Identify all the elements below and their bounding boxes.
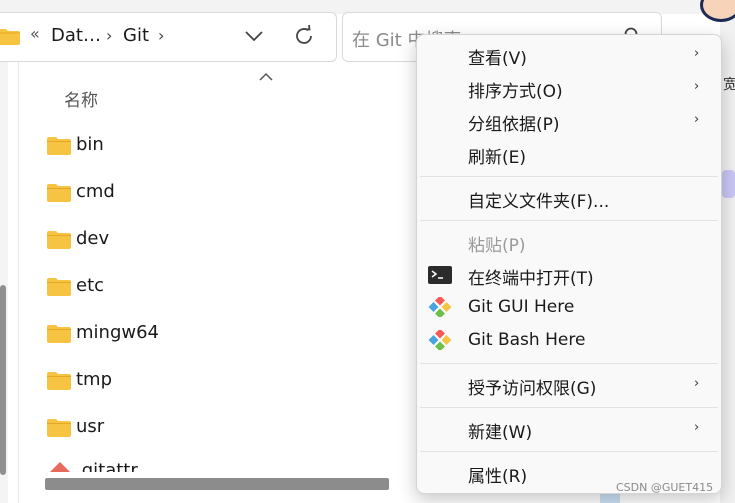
folder-icon [47, 184, 71, 202]
list-item[interactable]: tmp [44, 363, 404, 397]
menu-item-customize-folder[interactable]: 自定义文件夹(F)... [468, 187, 609, 212]
menu-item-properties[interactable]: 属性(R) [468, 462, 527, 487]
file-name: etc [76, 275, 105, 296]
folder-icon [47, 419, 71, 437]
menu-item-git-bash-here[interactable]: Git Bash Here [468, 330, 585, 350]
list-item[interactable]: bin [44, 128, 404, 162]
file-name: usr [76, 416, 105, 437]
menu-item-view[interactable]: 查看(V) [468, 44, 527, 69]
background-window-chip [722, 170, 735, 198]
file-name: cmd [76, 181, 115, 202]
menu-item-group-by[interactable]: 分组依据(P) [468, 110, 560, 135]
git-gui-icon [428, 297, 452, 317]
folder-icon [47, 325, 71, 343]
list-item[interactable]: etc [44, 269, 404, 303]
breadcrumb-item-git[interactable]: Git [123, 25, 149, 46]
folder-icon [47, 231, 71, 249]
list-item[interactable]: mingw64 [44, 316, 404, 350]
avatar [700, 0, 735, 22]
chevron-right-icon: › [694, 376, 700, 391]
chevron-right-icon[interactable]: › [158, 26, 164, 45]
pane-divider [18, 62, 19, 503]
chevron-right-icon[interactable]: › [106, 26, 112, 45]
menu-item-paste: 粘贴(P) [468, 236, 526, 256]
breadcrumb-item-data[interactable]: Dat… [51, 25, 101, 46]
menu-item-open-in-terminal[interactable]: 在终端中打开(T) [468, 264, 594, 289]
chevron-right-icon: › [694, 112, 700, 127]
breadcrumb-overflow[interactable]: « [30, 24, 40, 43]
menu-item-refresh[interactable]: 刷新(E) [468, 143, 526, 168]
file-name: .gitattr… [76, 460, 156, 472]
menu-separator [420, 451, 718, 452]
menu-separator [420, 407, 718, 408]
file-name: tmp [76, 369, 113, 390]
list-item[interactable]: usr [44, 410, 404, 444]
file-name: mingw64 [76, 322, 159, 343]
git-bash-icon [428, 330, 452, 350]
menu-item-git-gui-here[interactable]: Git GUI Here [468, 297, 574, 317]
horizontal-scrollbar[interactable] [45, 478, 389, 490]
menu-separator [420, 220, 718, 221]
file-explorer-window: 宽 « Dat… › Git › 在 Git 中搜索 名称 bin cmd de… [0, 0, 735, 503]
list-item[interactable]: dev [44, 222, 404, 256]
folder-icon [47, 137, 71, 155]
file-name: bin [76, 134, 104, 155]
folder-icon [47, 372, 71, 390]
menu-item-new[interactable]: 新建(W) [468, 418, 532, 443]
menu-item-give-access[interactable]: 授予访问权限(G) [468, 374, 596, 399]
chevron-right-icon: › [694, 79, 700, 94]
chevron-right-icon: › [694, 420, 700, 435]
refresh-icon[interactable] [292, 24, 316, 48]
menu-separator [420, 363, 718, 364]
menu-separator [420, 176, 718, 177]
column-header-name[interactable]: 名称 [64, 86, 98, 111]
file-name: dev [76, 228, 110, 249]
sort-ascending-icon [259, 72, 273, 81]
chevron-down-icon[interactable] [244, 30, 264, 42]
watermark: CSDN @GUET415 [616, 481, 714, 494]
navigation-scrollbar[interactable] [0, 285, 6, 475]
list-item[interactable]: cmd [44, 175, 404, 209]
folder-icon [47, 278, 71, 296]
chevron-right-icon: › [694, 46, 700, 61]
background-window-text: 宽 [723, 77, 735, 93]
terminal-icon [428, 266, 452, 284]
git-file-icon [50, 462, 70, 472]
folder-icon [0, 29, 20, 45]
menu-item-sort-by[interactable]: 排序方式(O) [468, 77, 563, 102]
